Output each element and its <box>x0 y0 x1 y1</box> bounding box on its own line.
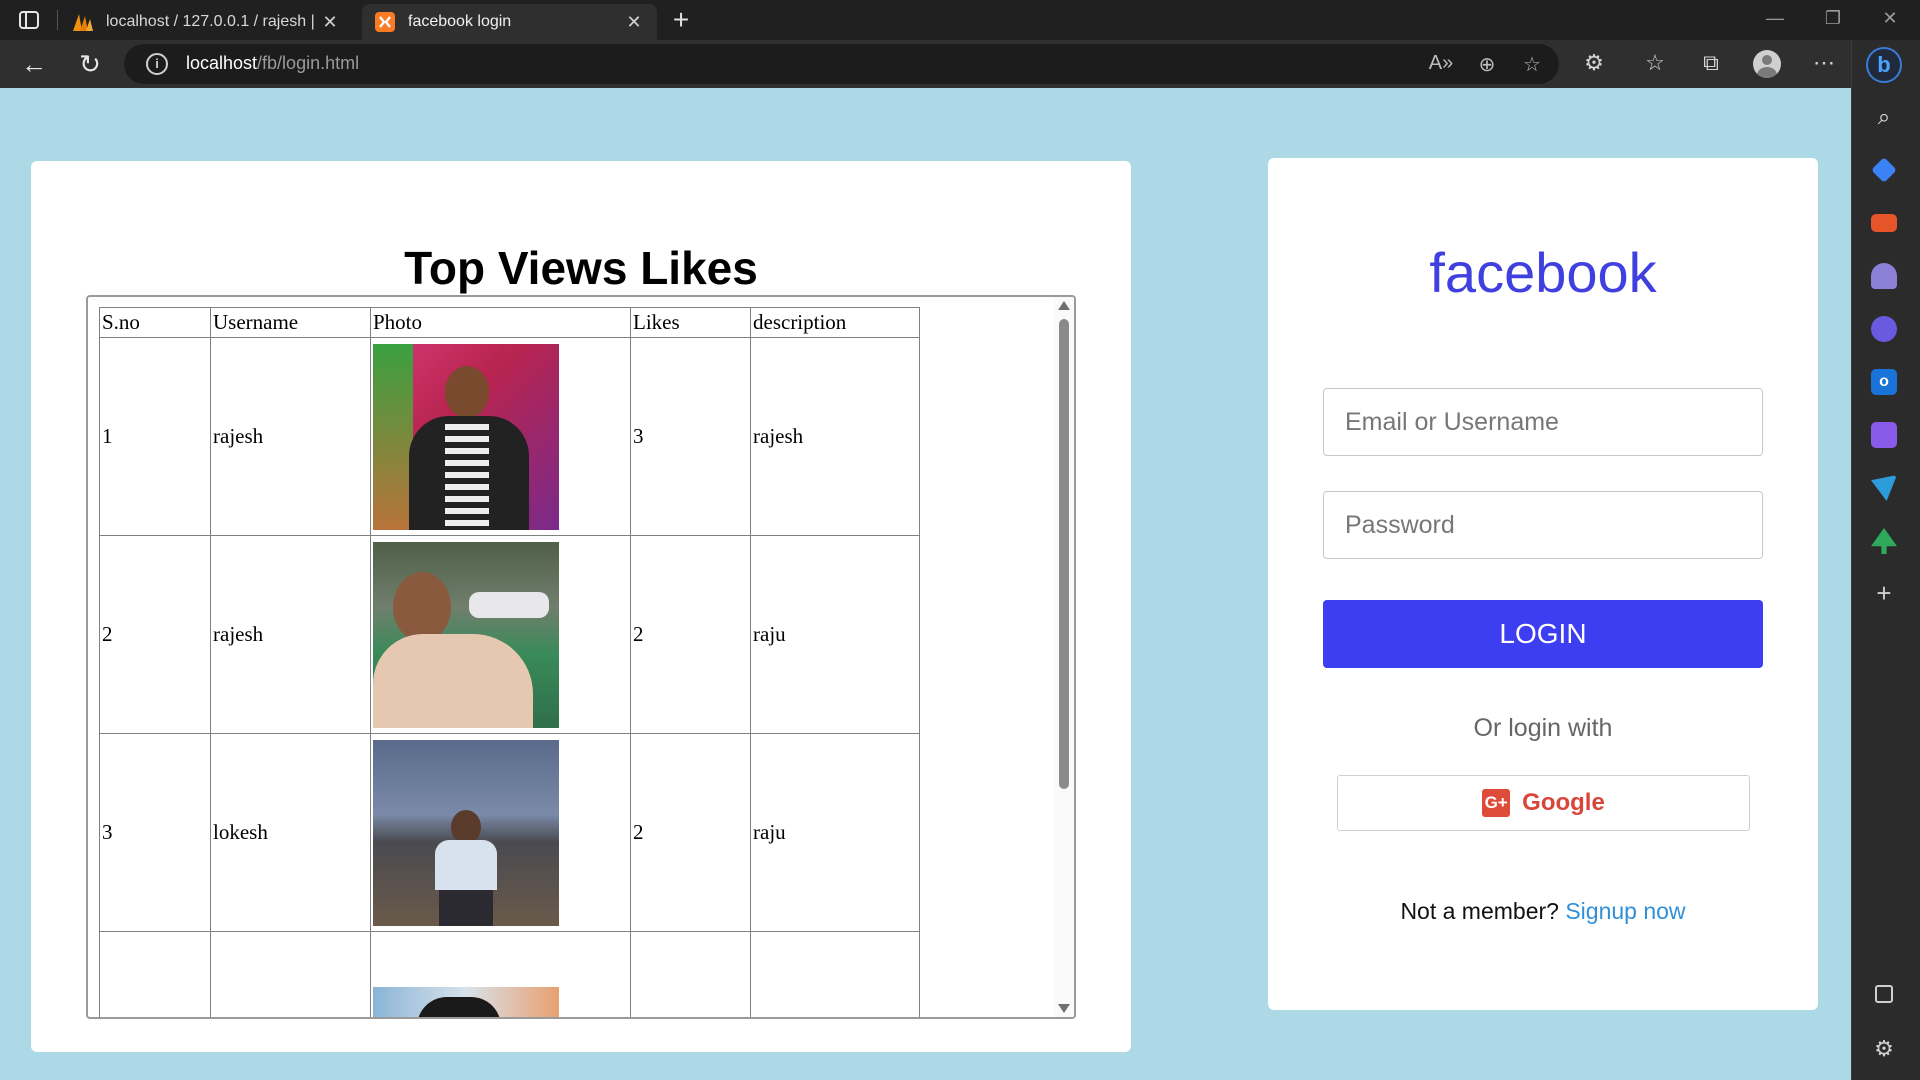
designer-icon[interactable] <box>1871 422 1897 448</box>
table-row: 3 lokesh 2 raju <box>99 733 920 932</box>
tab-bar: localhost / 127.0.0.1 / rajesh | ph ✕ fa… <box>0 0 1920 40</box>
header-username: Username <box>210 307 371 338</box>
table-row <box>99 931 920 1017</box>
user-photo <box>373 343 559 530</box>
search-icon[interactable]: ⌕ <box>1871 104 1897 130</box>
tab-separator <box>57 10 58 30</box>
back-icon[interactable]: ← <box>20 50 48 78</box>
cell-username: rajesh <box>210 337 371 536</box>
user-photo <box>373 986 559 1017</box>
header-photo: Photo <box>370 307 631 338</box>
page-viewport: Top Views Likes S.no Username Photo Like… <box>0 88 1851 1080</box>
table-header-row: S.no Username Photo Likes description <box>99 307 920 338</box>
games-chess-icon[interactable] <box>1871 263 1897 289</box>
add-icon[interactable]: + <box>1871 580 1897 606</box>
google-plus-icon: G+ <box>1482 789 1511 817</box>
user-photo <box>373 739 559 926</box>
header-sno: S.no <box>99 307 211 338</box>
cell-description: rajesh <box>750 337 920 536</box>
facebook-logo: facebook <box>1429 241 1657 304</box>
user-photo <box>373 541 559 728</box>
cell-likes: 2 <box>630 733 751 932</box>
password-field[interactable]: Password <box>1323 491 1763 559</box>
window-close-icon[interactable]: ✕ <box>1875 8 1905 29</box>
scroll-down-arrow-icon[interactable] <box>1058 1004 1070 1013</box>
scroll-up-arrow-icon[interactable] <box>1058 301 1070 310</box>
signup-prompt-text: Not a member? <box>1400 898 1559 924</box>
cell-photo <box>370 337 631 536</box>
refresh-icon[interactable]: ↻ <box>76 50 104 78</box>
google-button-label: Google <box>1522 789 1605 816</box>
top-views-card: Top Views Likes S.no Username Photo Like… <box>31 161 1131 1052</box>
scrollbar[interactable] <box>1054 297 1074 1017</box>
profile-avatar[interactable] <box>1753 50 1781 78</box>
minimize-icon[interactable]: — <box>1760 8 1790 29</box>
header-likes: Likes <box>630 307 751 338</box>
add-favorite-icon[interactable]: ☆ <box>1519 52 1545 77</box>
signup-prompt: Not a member? Signup now <box>1268 898 1818 925</box>
cell-username: rajesh <box>210 535 371 734</box>
zoom-icon[interactable]: ⊕ <box>1474 52 1500 77</box>
site-info-icon[interactable]: i <box>146 53 168 75</box>
restore-icon[interactable]: ❐ <box>1818 8 1848 29</box>
read-aloud-icon[interactable]: A» <box>1428 52 1454 75</box>
login-button[interactable]: LOGIN <box>1323 600 1763 668</box>
tab-title: facebook login <box>408 13 512 30</box>
scrollbar-thumb[interactable] <box>1059 319 1069 789</box>
settings-gear-icon[interactable]: ⚙ <box>1871 1036 1897 1062</box>
favorites-icon[interactable]: ☆ <box>1641 50 1669 76</box>
login-card: facebook Email or Username Password LOGI… <box>1268 158 1818 1010</box>
outlook-icon[interactable]: o <box>1871 369 1897 395</box>
url-text: localhost/fb/login.html <box>186 53 359 74</box>
close-icon[interactable]: ✕ <box>623 12 645 33</box>
cell-likes: 2 <box>630 535 751 734</box>
cell-photo <box>370 733 631 932</box>
tab-phpmyadmin[interactable]: localhost / 127.0.0.1 / rajesh | ph ✕ <box>60 4 353 40</box>
table-scroll-container[interactable]: S.no Username Photo Likes description 1 … <box>86 295 1076 1019</box>
signup-link[interactable]: Signup now <box>1565 898 1685 924</box>
cell-description: raju <box>750 733 920 932</box>
cell-sno: 2 <box>99 535 211 734</box>
cell-description: raju <box>750 535 920 734</box>
table-heading: Top Views Likes <box>404 242 758 294</box>
xampp-icon <box>374 11 396 33</box>
sidebar-toggle-icon[interactable] <box>1875 985 1893 1003</box>
table-row: 1 rajesh 3 rajesh <box>99 337 920 536</box>
more-menu-icon[interactable]: ⋯ <box>1810 50 1838 76</box>
url-path: /fb/login.html <box>257 53 360 73</box>
cell-username: lokesh <box>210 733 371 932</box>
cell-likes: 3 <box>630 337 751 536</box>
extensions-icon[interactable]: ⚙ <box>1580 50 1608 76</box>
close-icon[interactable]: ✕ <box>319 12 341 33</box>
table-row: 2 rajesh 2 raju <box>99 535 920 734</box>
tools-briefcase-icon[interactable] <box>1871 214 1897 232</box>
cell-username <box>210 931 371 1017</box>
header-description: description <box>750 307 920 338</box>
url-input[interactable]: i localhost/fb/login.html A» ⊕ ☆ <box>124 44 1559 84</box>
bing-copilot-icon[interactable]: b <box>1866 47 1902 83</box>
address-bar: ← ↻ i localhost/fb/login.html A» ⊕ ☆ ⚙ ☆… <box>0 40 1920 88</box>
cell-sno <box>99 931 211 1017</box>
edge-sidebar <box>1851 40 1920 1080</box>
phpmyadmin-icon <box>72 11 94 33</box>
cell-photo <box>370 535 631 734</box>
url-host: localhost <box>186 53 258 73</box>
tab-title: localhost / 127.0.0.1 / rajesh | ph <box>106 13 319 30</box>
cell-sno: 1 <box>99 337 211 536</box>
views-table: S.no Username Photo Likes description 1 … <box>99 307 920 1017</box>
or-login-with-label: Or login with <box>1473 714 1613 742</box>
microsoft-365-icon[interactable] <box>1871 316 1897 342</box>
collections-icon[interactable]: ⧉ <box>1697 50 1725 76</box>
cell-photo <box>370 931 631 1017</box>
tab-facebook-login[interactable]: facebook login ✕ <box>362 4 657 40</box>
google-login-button[interactable]: G+ Google <box>1337 775 1750 831</box>
new-tab-icon[interactable]: + <box>667 6 695 34</box>
email-field[interactable]: Email or Username <box>1323 388 1763 456</box>
cell-description <box>750 931 920 1017</box>
tab-actions-icon[interactable] <box>18 9 40 31</box>
cell-likes <box>630 931 751 1017</box>
cell-sno: 3 <box>99 733 211 932</box>
